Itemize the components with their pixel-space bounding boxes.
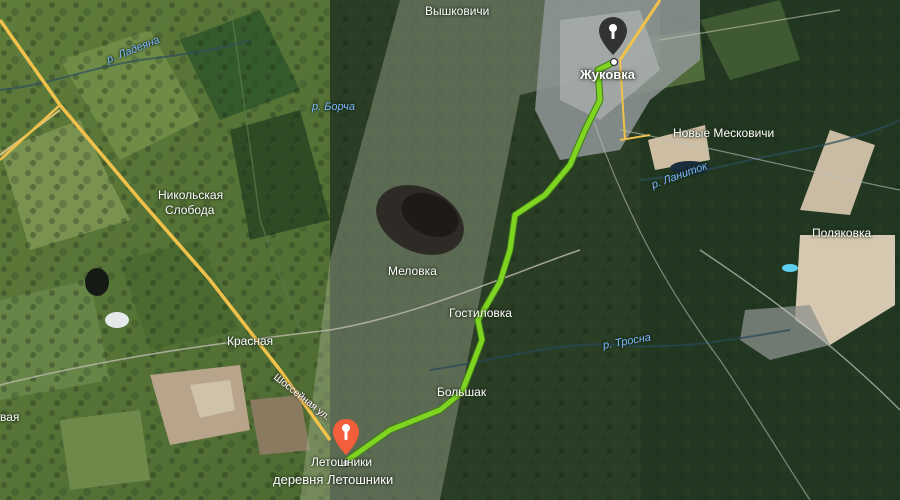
location-pin-icon	[333, 419, 359, 455]
end-marker[interactable]	[597, 16, 629, 56]
start-marker[interactable]	[331, 418, 361, 456]
route-layer	[341, 57, 619, 468]
route-line[interactable]	[342, 59, 617, 465]
route-line-outline	[341, 58, 618, 466]
route-start-point	[341, 458, 351, 468]
route-end-point	[609, 57, 619, 67]
location-pin-icon	[599, 17, 627, 55]
map-view[interactable]: Вышковичи Жуковка р. Ладеяна р. Борча Но…	[0, 0, 900, 500]
